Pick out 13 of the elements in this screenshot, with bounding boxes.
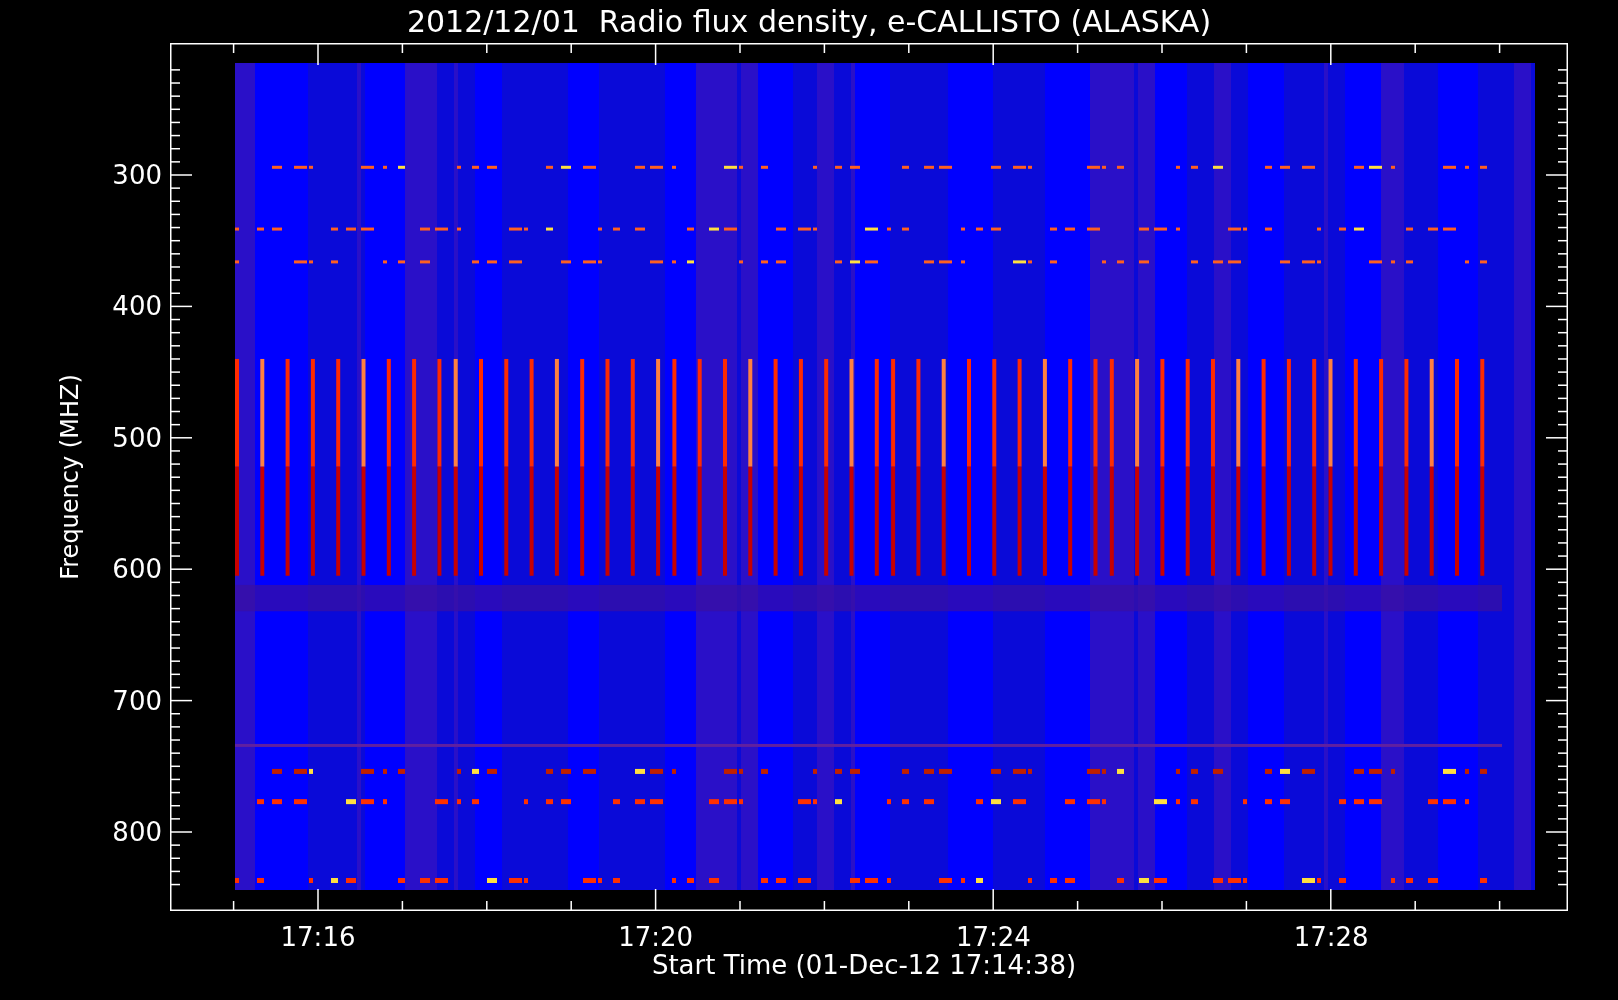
x-tick-label: 17:16 [279,922,357,952]
y-tick-label: 500 [112,422,162,453]
x-tick-label: 17:24 [954,922,1032,952]
y-tick-label: 600 [112,554,162,585]
chart-title: 2012/12/01 Radio flux density, e-CALLISTO (ALASKA) [406,3,1212,41]
y-tick-label: 800 [112,817,162,847]
y-tick-label: 400 [112,291,162,322]
y-tick-label: 700 [112,685,162,716]
x-tick-label: 17:20 [617,922,695,952]
y-tick-label: 300 [112,160,162,190]
x-axis-label: Start Time (01-Dec-12 17:14:38) [651,949,1077,981]
y-axis-label: Frequency (MHZ) [56,373,84,582]
x-tick-label: 17:28 [1292,922,1370,952]
